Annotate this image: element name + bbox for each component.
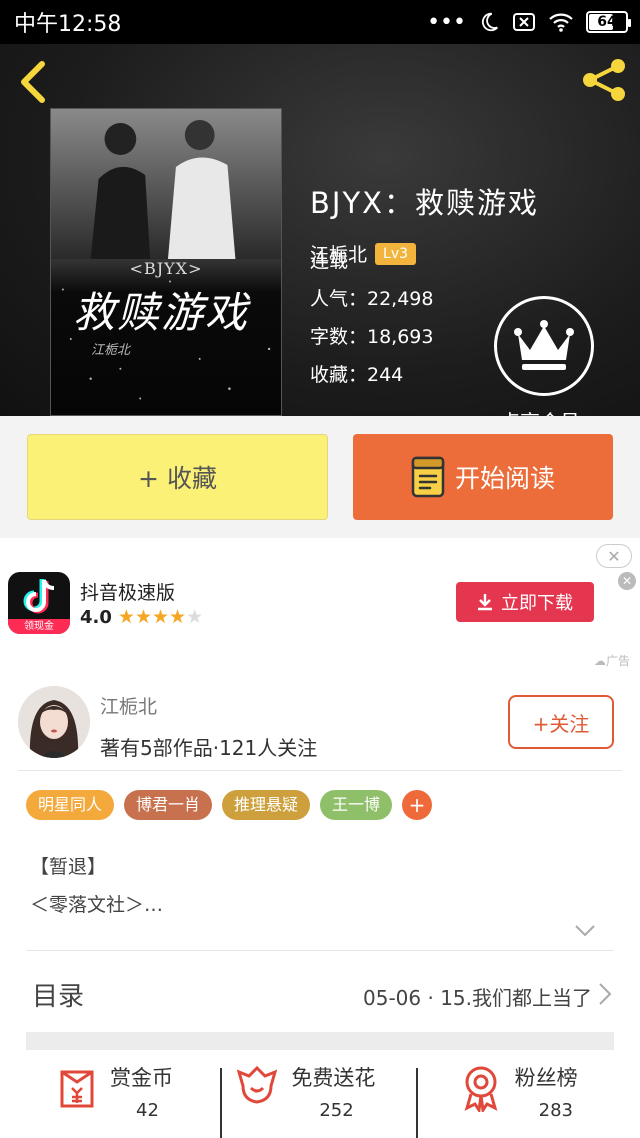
author-name[interactable]: 江栀北 xyxy=(100,692,157,719)
start-reading-button[interactable]: 开始阅读 xyxy=(353,434,613,520)
description-line: ＜零落文社＞… xyxy=(30,894,164,916)
divider xyxy=(416,1068,418,1138)
tag-chip[interactable]: 王一博 xyxy=(320,790,393,820)
more-dots-icon: ••• xyxy=(427,9,466,35)
flower-icon xyxy=(237,1065,278,1104)
latest-chapter[interactable]: 05-06 · 15.我们都上当了 xyxy=(363,982,592,1011)
divider xyxy=(220,1068,222,1138)
red-envelope-icon xyxy=(60,1070,94,1108)
section-spacer xyxy=(26,1032,614,1050)
ad-rating-value: 4.0 xyxy=(80,606,112,628)
divider xyxy=(18,770,622,771)
send-flower-label: 免费送花 xyxy=(291,1066,376,1090)
send-flower-button[interactable]: 免费送花 252 xyxy=(213,1056,426,1138)
star-icon: ★ xyxy=(117,606,135,628)
cover-title: 救赎游戏 xyxy=(73,288,250,337)
fan-ranking-button[interactable]: 粉丝榜 283 xyxy=(427,1056,640,1138)
star-icon: ★ xyxy=(134,606,152,628)
star-icon: ★ xyxy=(169,606,187,628)
fan-ranking-value: 283 xyxy=(538,1100,574,1121)
stats-row: 赏金币 42 免费送花 252 粉丝榜 283 xyxy=(0,1056,640,1138)
ad-dismiss-icon[interactable]: ✕ xyxy=(618,572,636,590)
ad-banner[interactable]: 领现金 抖音极速版 4.0 ★★★★★ 立即下载 ✕ ✕ ☁广告 xyxy=(0,538,640,676)
word-count: 字数：18,693 xyxy=(310,326,434,348)
avatar[interactable] xyxy=(18,686,90,758)
cover-subtitle: <BJYX> xyxy=(129,259,203,278)
fan-ranking-label: 粉丝榜 xyxy=(514,1066,578,1090)
tag-chip[interactable]: 明星同人 xyxy=(26,790,115,820)
cover-author: 江栀北 xyxy=(91,343,131,358)
toc-label[interactable]: 目录 xyxy=(32,976,84,1013)
ad-close-button[interactable]: ✕ xyxy=(596,544,632,568)
action-bar: + 收藏 开始阅读 xyxy=(0,416,640,538)
share-icon[interactable] xyxy=(580,56,628,104)
medal-icon xyxy=(464,1066,498,1112)
tag-chip[interactable]: 博君一肖 xyxy=(124,790,213,820)
favorite-button[interactable]: + 收藏 xyxy=(27,434,328,520)
chevron-right-icon[interactable] xyxy=(598,982,612,1006)
ad-rating-stars: ★★★★★ xyxy=(118,606,203,628)
add-tag-button[interactable]: + xyxy=(402,790,433,820)
start-reading-label: 开始阅读 xyxy=(454,464,555,493)
tag-list: 明星同人 博君一肖 推理悬疑 王一博 + xyxy=(26,790,433,820)
book-title: BJYX：救赎游戏 xyxy=(310,186,540,220)
book-header: <BJYX> 救赎游戏 江栀北 BJYX：救赎游戏 江栀北 Lv3 连载 人气：… xyxy=(0,44,640,434)
status-bar: 中午12:58 ••• 64 xyxy=(0,0,640,44)
star-icon: ★ xyxy=(186,606,204,628)
download-icon xyxy=(478,594,492,611)
reward-coins-label: 赏金币 xyxy=(110,1066,173,1090)
author-stats: 著有5部作品·121人关注 xyxy=(100,736,318,760)
reward-coins-button[interactable]: 赏金币 42 xyxy=(0,1056,213,1138)
ad-download-label: 立即下载 xyxy=(501,593,573,614)
book-description: 【暂退】 ＜零落文社＞… xyxy=(30,848,163,924)
book-cover[interactable]: <BJYX> 救赎游戏 江栀北 xyxy=(50,108,282,416)
popularity: 人气：22,498 xyxy=(310,288,434,310)
favorite-count: 收藏：244 xyxy=(310,364,404,386)
book-icon xyxy=(411,456,445,498)
divider xyxy=(26,950,614,951)
ad-download-button[interactable]: 立即下载 xyxy=(456,582,594,622)
douyin-app-icon[interactable]: 领现金 xyxy=(8,572,70,634)
serial-status: 连载 xyxy=(310,250,349,272)
battery-icon: 64 xyxy=(586,11,631,33)
moon-icon xyxy=(481,12,498,32)
ad-app-name[interactable]: 抖音极速版 xyxy=(80,578,175,605)
send-flower-value: 252 xyxy=(319,1100,354,1121)
vip-button[interactable] xyxy=(494,296,594,396)
cover-photo xyxy=(51,109,281,259)
tag-chip[interactable]: 推理悬疑 xyxy=(222,790,311,820)
chevron-down-icon[interactable] xyxy=(574,924,596,938)
battery-level: 64 xyxy=(597,14,617,30)
back-icon[interactable] xyxy=(14,58,54,106)
star-icon: ★ xyxy=(151,606,170,628)
description-line: 【暂退】 xyxy=(30,856,107,878)
ad-icon-badge: 领现金 xyxy=(8,619,70,634)
follow-button[interactable]: +关注 xyxy=(508,695,614,749)
ad-label: ☁广告 xyxy=(593,654,630,668)
reward-coins-value: 42 xyxy=(136,1100,159,1121)
ad-rating: 4.0 ★★★★★ xyxy=(80,606,203,628)
status-time: 中午12:58 xyxy=(14,12,122,37)
crown-icon xyxy=(514,320,574,370)
sim-off-icon xyxy=(513,13,535,31)
wifi-icon xyxy=(549,13,573,32)
author-section: 江栀北 著有5部作品·121人关注 +关注 明星同人 博君一肖 推理悬疑 王一博… xyxy=(0,676,640,1138)
level-badge: Lv3 xyxy=(375,242,417,265)
